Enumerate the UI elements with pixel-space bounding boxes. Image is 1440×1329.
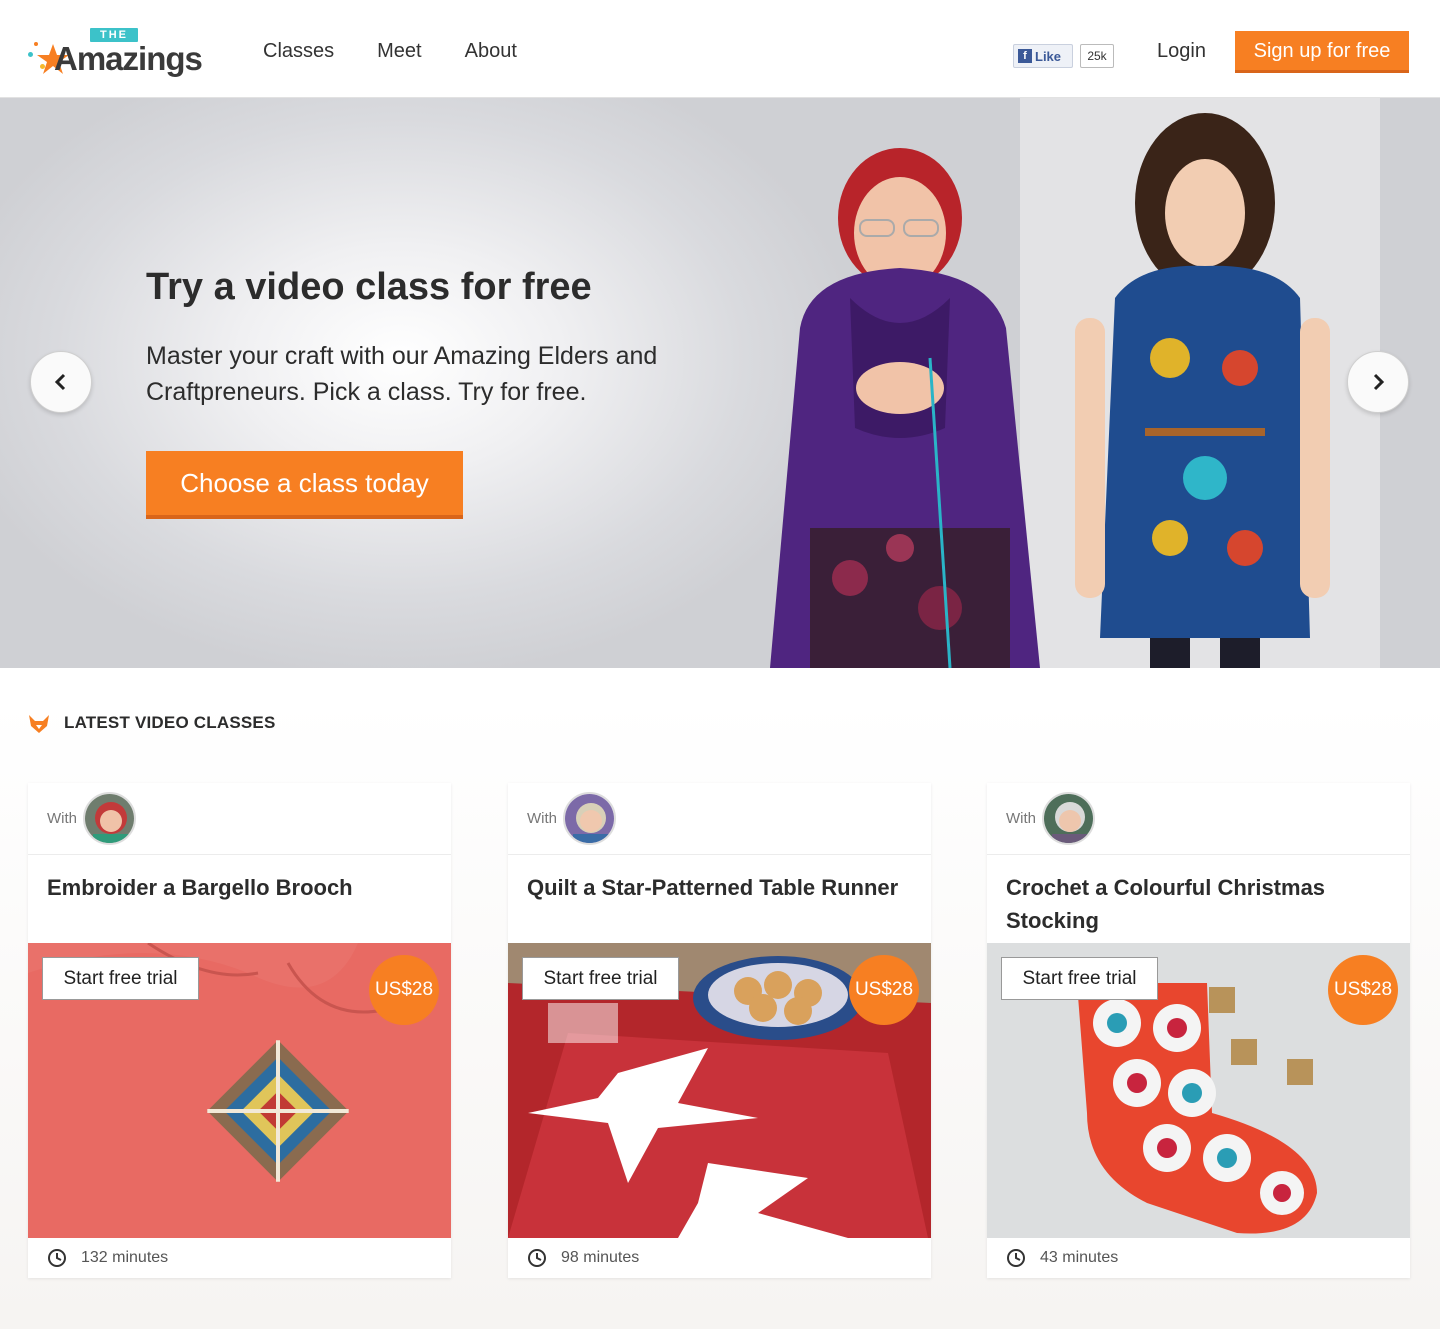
class-title[interactable]: Crochet a Colourful Christmas Stocking [1006,871,1391,937]
duration-text: 132 minutes [81,1249,169,1266]
price-badge: US$28 [369,955,439,1025]
price-badge: US$28 [1328,955,1398,1025]
logo-wordmark: Amazings [54,40,203,77]
facebook-icon: f [1018,49,1032,63]
choose-class-button[interactable]: Choose a class today [146,451,463,519]
facebook-like-count: 25k [1080,44,1114,68]
class-duration: 98 minutes [527,1248,639,1268]
start-free-trial-button[interactable]: Start free trial [42,957,199,1000]
logo-dot [28,52,33,57]
class-title[interactable]: Embroider a Bargello Brooch [47,871,432,904]
chevron-left-icon [54,373,66,391]
start-free-trial-button[interactable]: Start free trial [522,957,679,1000]
nav-classes[interactable]: Classes [263,40,334,63]
with-label: With [527,810,557,827]
start-free-trial-button[interactable]: Start free trial [1001,957,1158,1000]
logo-dot [34,42,38,46]
instructor-row: With [987,783,1410,855]
instructor-row: With [508,783,931,855]
facebook-like-button[interactable]: f Like [1013,44,1073,68]
chevron-right-icon [1373,373,1385,391]
instructor-avatar[interactable] [83,792,136,845]
site-logo[interactable]: THE Amazings [28,26,213,78]
class-thumbnail[interactable]: Start free trial US$28 [987,943,1410,1238]
clock-icon [528,1249,546,1267]
signup-button[interactable]: Sign up for free [1235,31,1409,73]
class-title[interactable]: Quilt a Star-Patterned Table Runner [527,871,912,904]
duration-text: 43 minutes [1040,1249,1119,1266]
class-duration: 132 minutes [47,1248,168,1268]
with-label: With [1006,810,1036,827]
instructor-avatar[interactable] [563,792,616,845]
instructor-avatar[interactable] [1042,792,1095,845]
hero-subtitle: Master your craft with our Amazing Elder… [146,342,658,406]
latest-classes-heading: LATEST VIDEO CLASSES [28,712,276,734]
class-card[interactable]: With Embroider a Bargello Brooch Start f… [28,783,451,1278]
price-badge: US$28 [849,955,919,1025]
class-card[interactable]: With Crochet a Colourful Christmas Stock… [987,783,1410,1278]
class-thumbnail[interactable]: Start free trial US$28 [508,943,931,1238]
carousel-prev-button[interactable] [30,351,92,413]
class-duration: 43 minutes [1006,1248,1118,1268]
main-nav: Classes Meet About [263,40,517,63]
latest-classes-title: LATEST VIDEO CLASSES [64,713,276,732]
login-link[interactable]: Login [1157,40,1206,63]
hero-banner: Try a video class for free Master your c… [0,98,1440,668]
facebook-like-label: Like [1035,48,1062,64]
fox-icon [29,715,49,733]
with-label: With [47,810,77,827]
class-thumbnail[interactable]: Start free trial US$28 [28,943,451,1238]
class-card[interactable]: With Quilt a Star-Patterned Table Runner [508,783,931,1278]
carousel-next-button[interactable] [1347,351,1409,413]
duration-text: 98 minutes [561,1249,640,1266]
nav-meet[interactable]: Meet [377,40,421,63]
clock-icon [1007,1249,1025,1267]
instructor-row: With [28,783,451,855]
logo-dot [40,64,45,69]
clock-icon [48,1249,66,1267]
site-header: THE Amazings Classes Meet About f Like 2… [0,0,1440,98]
hero-title: Try a video class for free [146,266,592,308]
hero-photo [770,98,1380,668]
nav-about[interactable]: About [465,40,517,63]
